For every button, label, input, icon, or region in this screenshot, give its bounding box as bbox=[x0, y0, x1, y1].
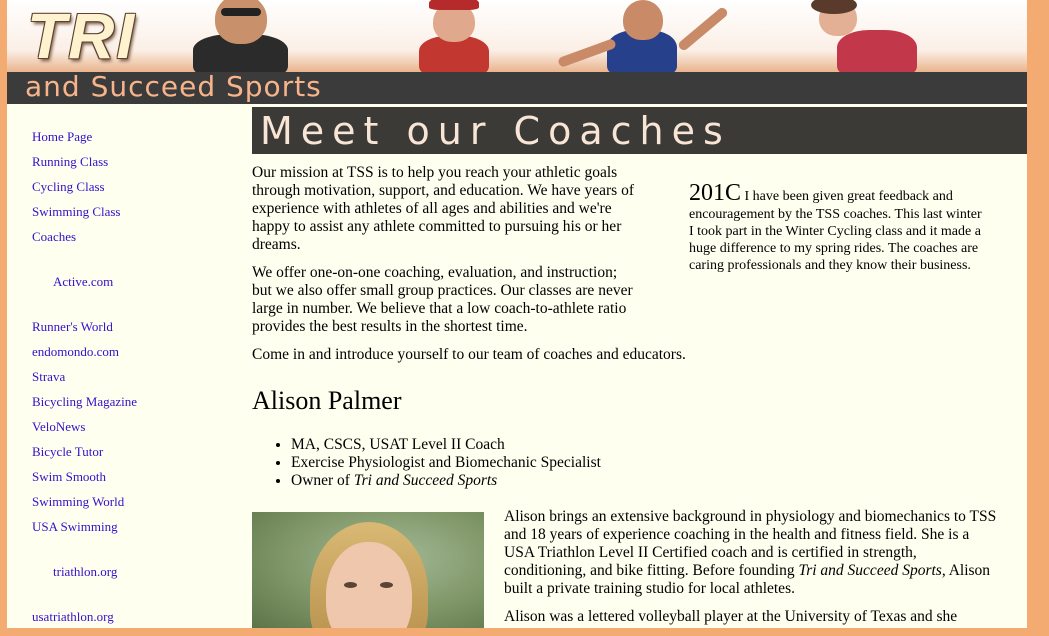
athlete-cyclist-image bbox=[407, 0, 502, 72]
credential-item: MA, CSCS, USAT Level II Coach bbox=[291, 436, 601, 454]
link-triathlon-org[interactable]: triathlon.org bbox=[32, 559, 232, 584]
link-bicycling-magazine[interactable]: Bicycling Magazine bbox=[32, 389, 232, 414]
athlete-swimmer-image bbox=[175, 0, 310, 72]
nav-swimming-class[interactable]: Swimming Class bbox=[32, 199, 232, 224]
nav-home[interactable]: Home Page bbox=[32, 124, 232, 149]
logo-tri: TRI bbox=[27, 0, 137, 72]
photo-eye bbox=[380, 582, 393, 588]
bio-paragraph-1: Alison brings an extensive background in… bbox=[504, 508, 999, 598]
intro-paragraph-3: Come in and introduce yourself to our te… bbox=[252, 346, 686, 363]
link-runners-world[interactable]: Runner's World bbox=[32, 314, 232, 339]
testimonial: 201C I have been given great feedback an… bbox=[689, 180, 989, 274]
link-endomondo[interactable]: endomondo.com bbox=[32, 339, 232, 364]
link-usatriathlon-org[interactable]: usatriathlon.org bbox=[32, 604, 232, 629]
testimonial-quote-mark: 201C bbox=[689, 180, 742, 206]
photo-eye bbox=[344, 582, 357, 588]
coach-bio: Alison brings an extensive background in… bbox=[504, 508, 999, 636]
nav-running-class[interactable]: Running Class bbox=[32, 149, 232, 174]
athlete-runner-image bbox=[547, 0, 747, 72]
link-bicycle-tutor[interactable]: Bicycle Tutor bbox=[32, 439, 232, 464]
credential-prefix: Owner of bbox=[291, 472, 354, 489]
link-strava[interactable]: Strava bbox=[32, 364, 232, 389]
link-swimming-world[interactable]: Swimming World bbox=[32, 489, 232, 514]
bio-paragraph-2: Alison was a lettered volleyball player … bbox=[504, 608, 958, 625]
coach-name-heading: Alison Palmer bbox=[252, 386, 402, 415]
coach-photo bbox=[252, 512, 484, 628]
link-active-com[interactable]: Active.com bbox=[32, 269, 232, 294]
link-swim-smooth[interactable]: Swim Smooth bbox=[32, 464, 232, 489]
header-banner: TRI bbox=[7, 0, 1027, 72]
athlete-runner-woman-image bbox=[797, 0, 937, 72]
nav-cycling-class[interactable]: Cycling Class bbox=[32, 174, 232, 199]
sidebar-nav: Home Page Running Class Cycling Class Sw… bbox=[32, 124, 232, 629]
bio-company: Tri and Succeed Sports bbox=[798, 562, 942, 579]
credential-item: Owner of Tri and Succeed Sports bbox=[291, 472, 601, 490]
link-usa-swimming[interactable]: USA Swimming bbox=[32, 514, 232, 539]
credential-item: Exercise Physiologist and Biomechanic Sp… bbox=[291, 454, 601, 472]
page-title: Meet our Coaches bbox=[260, 109, 731, 153]
credential-company: Tri and Succeed Sports bbox=[353, 472, 498, 489]
intro-text: Our mission at TSS is to help you reach … bbox=[252, 164, 637, 346]
intro-paragraph-2: We offer one-on-one coaching, evaluation… bbox=[252, 264, 633, 335]
link-velonews[interactable]: VeloNews bbox=[32, 414, 232, 439]
intro-paragraph-1: Our mission at TSS is to help you reach … bbox=[252, 164, 634, 253]
page-title-bar: Meet our Coaches bbox=[252, 107, 1027, 154]
coach-credentials: MA, CSCS, USAT Level II Coach Exercise P… bbox=[252, 436, 601, 490]
nav-coaches[interactable]: Coaches bbox=[32, 224, 232, 249]
tagline-bar: and Succeed Sports bbox=[7, 70, 1027, 105]
tagline: and Succeed Sports bbox=[25, 70, 322, 103]
